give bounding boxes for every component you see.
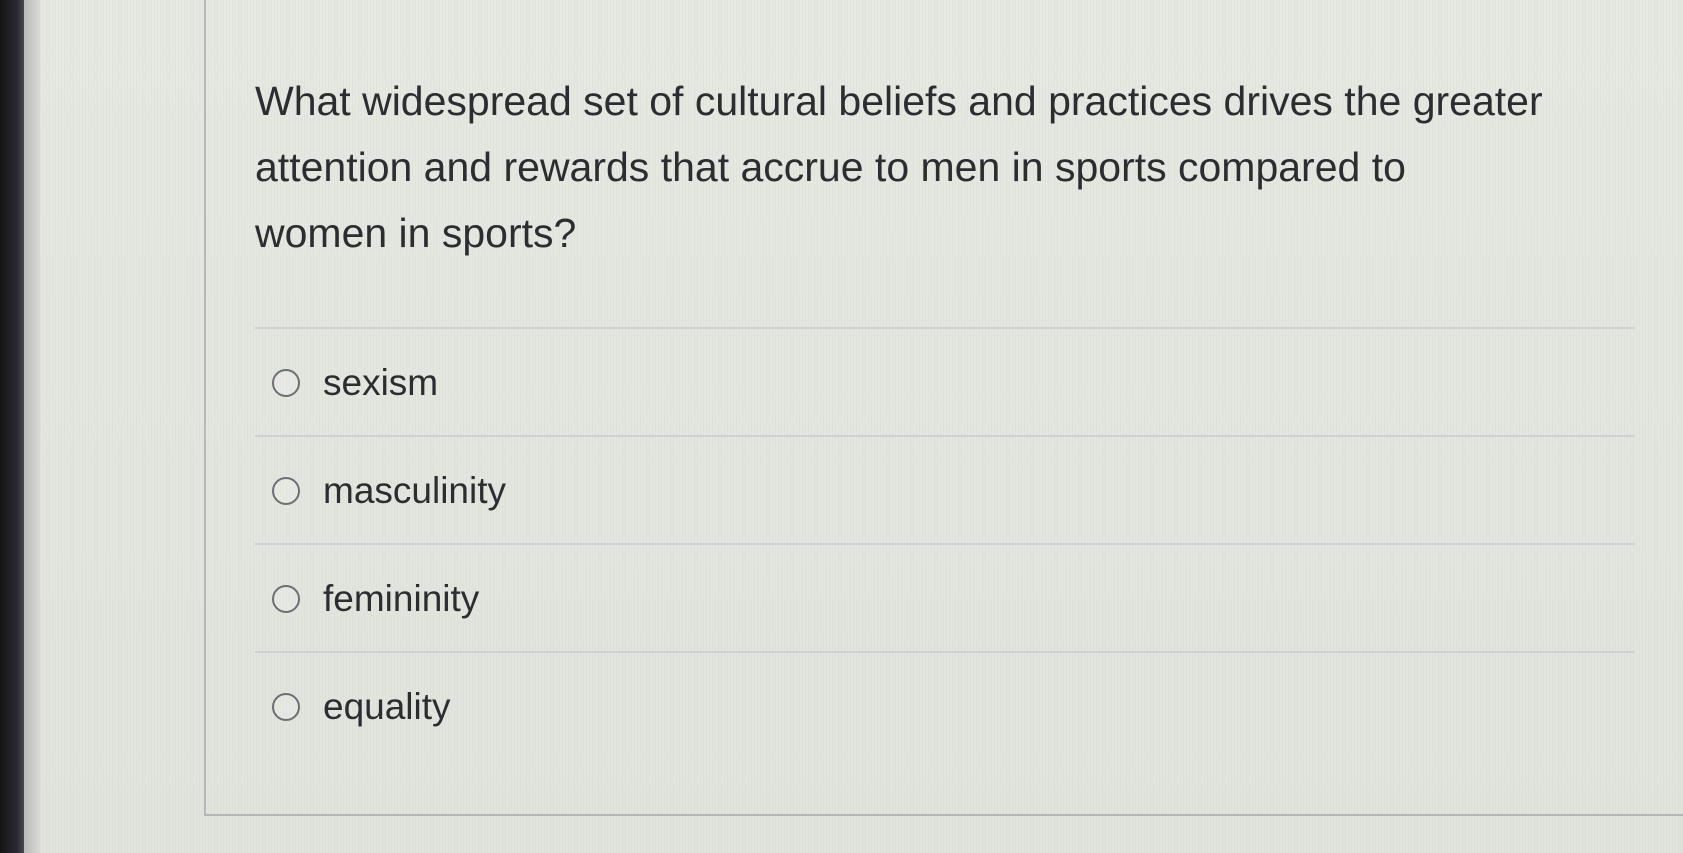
question-line: attention and rewards that accrue to men…: [255, 144, 1406, 190]
answer-option-masculinity[interactable]: masculinity: [255, 437, 1635, 543]
question-line: What widespread set of cultural beliefs …: [255, 78, 1543, 124]
radio-button[interactable]: [272, 477, 300, 505]
question-text: What widespread set of cultural beliefs …: [255, 68, 1655, 266]
radio-button[interactable]: [272, 585, 300, 613]
radio-button[interactable]: [272, 693, 300, 721]
answer-label: equality: [323, 686, 451, 727]
answer-option-sexism[interactable]: sexism: [255, 329, 1635, 435]
answer-list: sexism masculinity femininity equality: [255, 327, 1635, 759]
window-edge: [24, 0, 40, 853]
question-line: women in sports?: [255, 210, 577, 256]
radio-button[interactable]: [272, 369, 300, 397]
answer-label: sexism: [323, 362, 439, 403]
answer-label: masculinity: [323, 470, 506, 511]
answer-label: femininity: [323, 578, 480, 619]
monitor-bezel: [0, 0, 24, 853]
answer-option-equality[interactable]: equality: [255, 653, 1635, 759]
answer-option-femininity[interactable]: femininity: [255, 545, 1635, 651]
